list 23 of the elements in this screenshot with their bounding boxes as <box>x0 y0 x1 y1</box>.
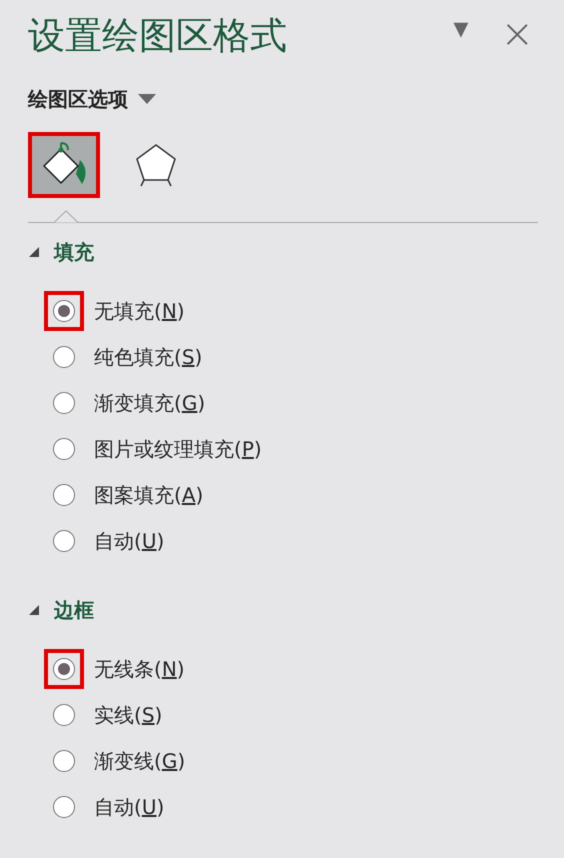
close-button[interactable]: × <box>496 14 538 54</box>
menu-button[interactable]: ▾ <box>449 14 472 44</box>
option-label[interactable]: 图案填充(A) <box>94 480 204 510</box>
expand-icon <box>28 604 40 616</box>
section-header[interactable]: 边框 <box>28 595 94 626</box>
option-label[interactable]: 实线(S) <box>94 700 162 730</box>
option-label[interactable]: 渐变线(G) <box>94 746 186 776</box>
radio-button[interactable] <box>44 649 84 690</box>
option-label[interactable]: 自动(U) <box>94 526 164 556</box>
expand-icon <box>28 246 40 258</box>
option-label[interactable]: 图片或纹理填充(P) <box>94 434 262 464</box>
option-label[interactable]: 无线条(N) <box>94 654 185 684</box>
caret-icon <box>138 94 156 104</box>
section-header[interactable]: 填充 <box>28 237 94 268</box>
option-label[interactable]: 渐变填充(G) <box>94 388 206 418</box>
option-label[interactable]: 自动(U) <box>94 792 164 822</box>
option-label[interactable]: 无填充(N) <box>94 296 185 326</box>
panel-title: 设置绘图区格式 <box>28 14 288 58</box>
fill-tab[interactable] <box>28 132 100 198</box>
radio-button[interactable] <box>44 291 84 332</box>
options-dropdown[interactable]: 绘图区选项 <box>28 84 156 114</box>
pentagon-icon <box>134 142 178 188</box>
option-label[interactable]: 纯色填充(S) <box>94 342 202 372</box>
